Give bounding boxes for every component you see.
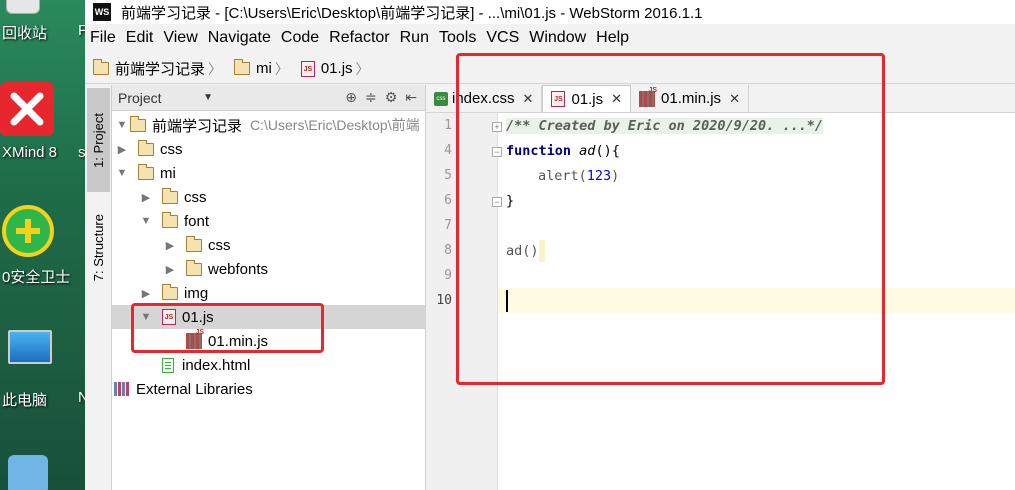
tool-window-strip: 1: Project 7: Structure (85, 85, 112, 490)
xmind-icon (0, 82, 54, 136)
folder-icon (185, 259, 202, 276)
title-bar: WS 前端学习记录 - [C:\Users\Eric\Desktop\前端学习记… (85, 0, 1015, 24)
line-number: 5 (444, 168, 452, 183)
collapse-all-icon[interactable]: ≑ (365, 89, 377, 106)
folder-icon (137, 163, 154, 180)
tool-window-project-button[interactable]: 1: Project (87, 88, 110, 192)
hide-panel-icon[interactable]: ⇤ (405, 89, 417, 106)
tree-item-img[interactable]: ▶ img (112, 281, 426, 305)
folder-icon (161, 283, 178, 300)
html-file-icon (162, 357, 174, 373)
recycle-bin-icon (6, 0, 40, 14)
folder-icon (92, 59, 109, 75)
menu-tools[interactable]: Tools (434, 29, 481, 47)
line-number: 8 (444, 243, 452, 258)
line-number: 7 (444, 218, 452, 233)
folder-icon (137, 139, 154, 156)
tree-item-root[interactable]: ▼ 前端学习记录 C:\Users\Eric\Desktop\前端 (112, 113, 426, 137)
breadcrumb-item-root[interactable]: 前端学习记录 〉 (85, 58, 226, 79)
security-guard-icon (2, 205, 54, 257)
menu-code[interactable]: Code (276, 29, 324, 47)
collapse-arrow-icon: ▶ (141, 191, 151, 204)
bird-app-icon (8, 455, 48, 490)
collapse-arrow-icon: ▶ (165, 263, 175, 276)
folder-icon (161, 187, 178, 204)
collapse-arrow-icon: ▶ (117, 143, 127, 156)
window-title: 前端学习记录 - [C:\Users\Eric\Desktop\前端学习记录] … (121, 4, 703, 22)
menu-vcs[interactable]: VCS (481, 29, 524, 47)
project-view-select[interactable]: Project ▼ (118, 90, 213, 106)
folder-icon (161, 211, 178, 228)
line-number: 9 (444, 268, 452, 283)
desktop-icon-app[interactable] (0, 450, 85, 490)
tree-item-external-libraries[interactable]: External Libraries (112, 377, 426, 401)
folder-icon (129, 115, 146, 132)
line-number: 4 (444, 143, 452, 158)
locate-icon[interactable]: ⊕ (345, 89, 357, 106)
menu-help[interactable]: Help (591, 29, 634, 47)
tree-item-mi-css[interactable]: ▶ css (112, 185, 426, 209)
line-number: 1 (444, 118, 452, 133)
chevron-right-icon: 〉 (355, 60, 370, 77)
tree-item-font-css[interactable]: ▶ css (112, 233, 426, 257)
menu-run[interactable]: Run (395, 29, 434, 47)
collapse-arrow-icon: ▶ (141, 287, 151, 300)
expand-arrow-icon: ▼ (116, 167, 128, 179)
expand-arrow-icon: ▼ (116, 119, 128, 131)
desktop-icon-recycle-bin[interactable]: 回收站 F (0, 0, 85, 50)
tree-item-mi[interactable]: ▼ mi (112, 161, 426, 185)
menu-navigate[interactable]: Navigate (203, 29, 276, 47)
menu-edit[interactable]: Edit (121, 29, 159, 47)
line-number: 6 (444, 193, 452, 208)
tree-item-webfonts[interactable]: ▶ webfonts (112, 257, 426, 281)
css-file-icon: css (434, 91, 448, 106)
line-number-current: 10 (436, 293, 452, 308)
annotation-box-editor (456, 53, 885, 385)
chevron-down-icon: ▼ (203, 92, 213, 103)
folder-icon (185, 235, 202, 252)
menu-view[interactable]: View (158, 29, 202, 47)
chevron-right-icon: 〉 (274, 60, 289, 77)
tool-window-structure-button[interactable]: 7: Structure (87, 197, 110, 299)
gear-icon[interactable]: ⚙ (385, 89, 398, 106)
annotation-box-files (131, 303, 324, 353)
js-file-icon: JS (300, 60, 315, 77)
menu-refactor[interactable]: Refactor (324, 29, 394, 47)
expand-arrow-icon: ▼ (140, 215, 152, 227)
menu-file[interactable]: File (85, 29, 121, 47)
tree-item-index-html[interactable]: index.html (112, 353, 426, 377)
chevron-right-icon: 〉 (208, 60, 223, 77)
collapse-arrow-icon: ▶ (165, 239, 175, 252)
breadcrumb-item-mi[interactable]: mi 〉 (226, 59, 293, 79)
tree-item-font[interactable]: ▼ font (112, 209, 426, 233)
desktop-background: 回收站 F XMind 8 s 0安全卫士 此电脑 N (0, 0, 85, 490)
folder-icon (233, 59, 251, 75)
project-tree-panel: Project ▼ ⊕ ≑ ⚙ ⇤ ▼ 前端学习记录 C:\Users\Eric… (112, 85, 426, 490)
breadcrumb-item-file[interactable]: JS 01.js 〉 (293, 59, 374, 79)
menu-window[interactable]: Window (524, 29, 591, 47)
desktop-icon-xmind[interactable]: XMind 8 s (0, 80, 85, 170)
desktop-icon-this-pc[interactable]: 此电脑 N (0, 325, 85, 415)
project-panel-header: Project ▼ ⊕ ≑ ⚙ ⇤ (112, 85, 425, 111)
computer-icon (8, 330, 52, 364)
menu-bar: File Edit View Navigate Code Refactor Ru… (85, 26, 1015, 50)
library-icon (114, 382, 130, 396)
tree-item-css[interactable]: ▶ css (112, 137, 426, 161)
webstorm-logo-icon: WS (93, 3, 111, 21)
desktop-icon-360[interactable]: 0安全卫士 (0, 200, 85, 290)
